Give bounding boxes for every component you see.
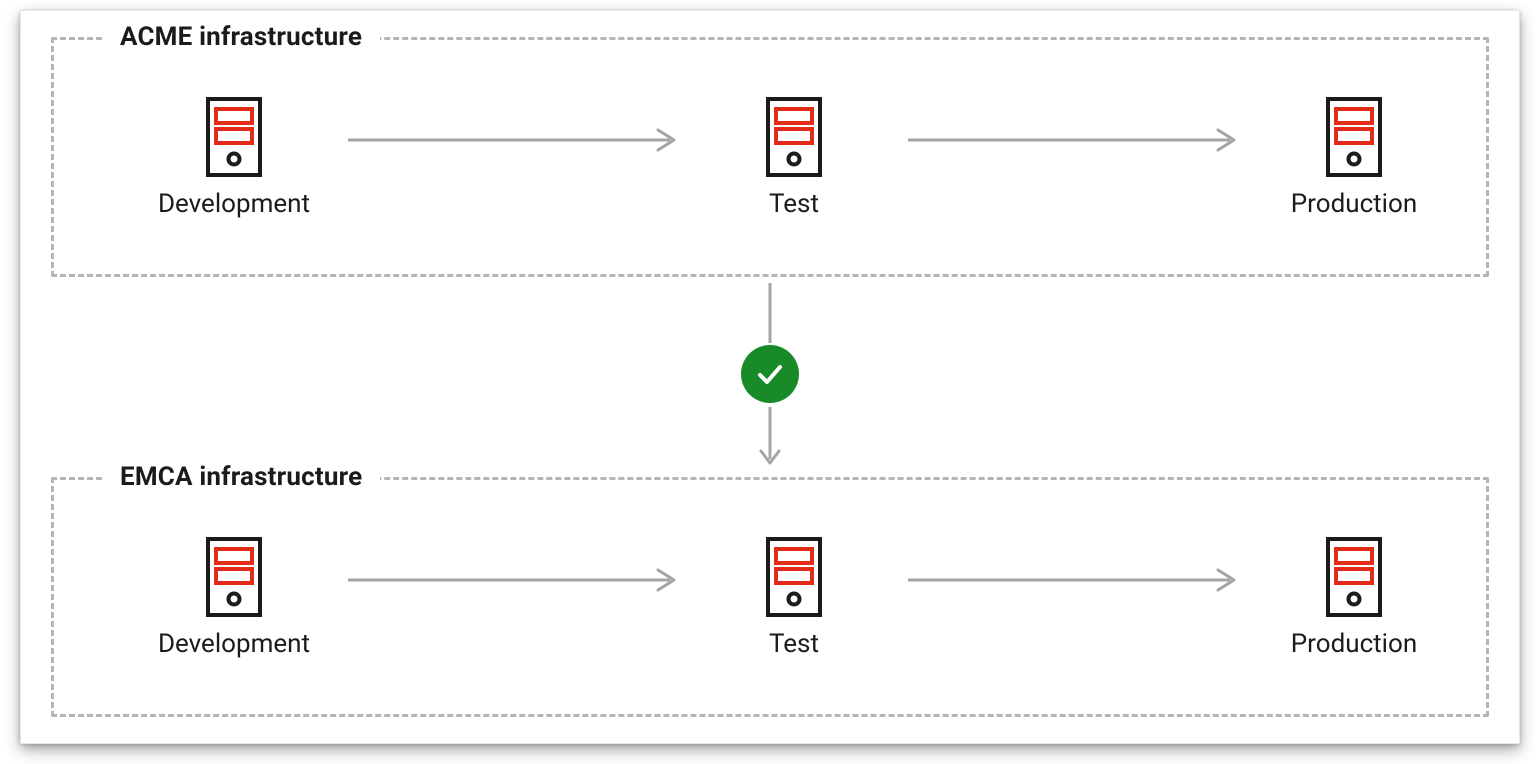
pipeline-row: Development (134, 68, 1406, 246)
node-label: Test (769, 189, 819, 219)
node-label: Test (769, 629, 819, 659)
group-title: EMCA infrastructure (102, 462, 380, 492)
diagram-card: ACME infrastructure Development (20, 10, 1520, 744)
server-icon (762, 535, 826, 619)
arrow-right-icon (344, 568, 684, 626)
node-production: Production (1254, 535, 1454, 659)
vertical-connector (51, 277, 1489, 477)
node-test: Test (694, 535, 894, 659)
server-icon (202, 535, 266, 619)
arrow-right-icon (344, 128, 684, 186)
node-development: Development (134, 535, 334, 659)
arrow-down-segment-top (758, 281, 782, 345)
node-production: Production (1254, 95, 1454, 219)
server-icon (202, 95, 266, 179)
group-acme: ACME infrastructure Development (51, 37, 1489, 277)
server-icon (762, 95, 826, 179)
node-label: Production (1291, 629, 1417, 659)
node-test: Test (694, 95, 894, 219)
node-development: Development (134, 95, 334, 219)
diagram-canvas: ACME infrastructure Development (0, 0, 1540, 764)
group-emca: EMCA infrastructure Development (51, 477, 1489, 717)
group-title: ACME infrastructure (102, 22, 380, 52)
check-badge (741, 345, 799, 403)
node-label: Development (158, 189, 310, 219)
node-label: Production (1291, 189, 1417, 219)
server-icon (1322, 535, 1386, 619)
server-icon (1322, 95, 1386, 179)
pipeline-row: Development (134, 508, 1406, 686)
arrow-right-icon (904, 128, 1244, 186)
check-icon (753, 357, 787, 391)
arrow-down-icon (758, 403, 782, 473)
node-label: Development (158, 629, 310, 659)
arrow-right-icon (904, 568, 1244, 626)
